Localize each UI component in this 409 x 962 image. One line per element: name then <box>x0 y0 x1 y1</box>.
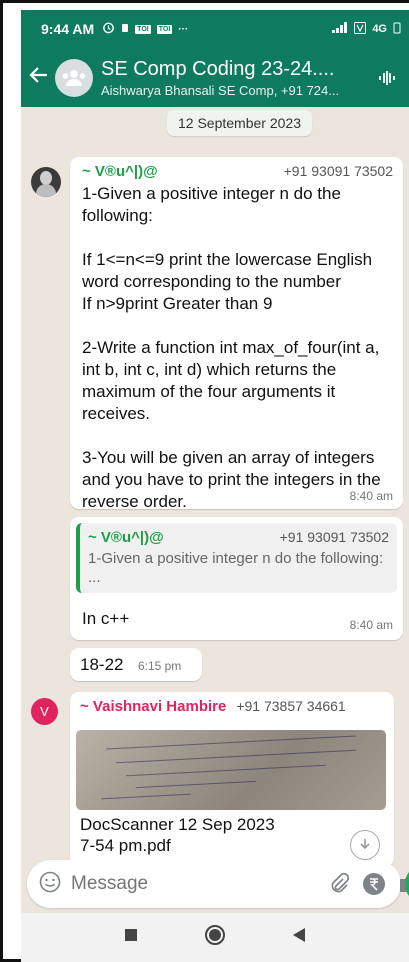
quoted-sender-name: ~ V®u^|)@ <box>88 529 164 546</box>
chat-title-block[interactable]: SE Comp Coding 23-24.... Aishwarya Bhans… <box>101 57 373 98</box>
attach-icon[interactable] <box>328 869 350 899</box>
message-time: 8:40 am <box>349 489 393 503</box>
reply-message-bubble[interactable]: ~ V®u^|)@ +91 93091 73502 1-Given a posi… <box>70 517 403 640</box>
message-text: 1-Given a positive integer n do the foll… <box>82 184 381 511</box>
quoted-sender-phone: +91 93091 73502 <box>279 529 389 545</box>
system-nav-bar <box>21 913 409 962</box>
app-header: 9:44 AM TOI TOI ··· 4G SE Comp Coding 23… <box>21 10 409 107</box>
message-time: 6:15 pm <box>137 659 182 673</box>
chat-participants: Aishwarya Bhansali SE Comp, +91 724... <box>101 83 340 98</box>
news-app-icon-2: TOI <box>156 24 173 34</box>
phone-screen: 9:44 AM TOI TOI ··· 4G SE Comp Coding 23… <box>21 10 409 962</box>
sender-phone: +91 73857 34661 <box>236 698 346 714</box>
network-type-icon: 4G <box>372 23 387 35</box>
news-app-icon: TOI <box>135 24 151 34</box>
quoted-sender-row: ~ V®u^|)@ +91 93091 73502 <box>88 529 389 546</box>
message-input[interactable] <box>71 873 316 895</box>
quoted-message[interactable]: ~ V®u^|)@ +91 93091 73502 1-Given a posi… <box>76 523 397 593</box>
chat-header: SE Comp Coding 23-24.... Aishwarya Bhans… <box>21 48 409 107</box>
message-composer <box>27 860 409 908</box>
payment-rupee-icon[interactable] <box>362 869 386 899</box>
document-message-bubble[interactable]: ~ Vaishnavi Hambire +91 73857 34661 DocS… <box>70 692 394 867</box>
document-name: DocScanner 12 Sep 2023 7-54 pm.pdf <box>80 815 275 855</box>
alarm-icon <box>102 21 115 37</box>
signal-icon <box>332 22 348 36</box>
chat-title: SE Comp Coding 23-24.... <box>101 58 335 80</box>
sender-name[interactable]: ~ V®u^|)@ <box>82 163 158 180</box>
more-notifications-icon: ··· <box>178 23 189 35</box>
status-time: 9:44 AM <box>41 21 95 37</box>
notification-icon <box>121 23 129 36</box>
message-text: 18-22 <box>80 655 124 674</box>
volte-icon <box>354 21 367 37</box>
audio-call-icon[interactable] <box>373 70 401 86</box>
message-sender-row: ~ Vaishnavi Hambire +91 73857 34661 <box>80 698 386 715</box>
message-time: 8:40 am <box>349 618 393 632</box>
message-bubble[interactable]: ~ V®u^|)@ +91 93091 73502 1-Given a posi… <box>70 157 403 511</box>
message-text: In c++ <box>82 609 130 628</box>
message-bubble[interactable]: 18-22 6:15 pm <box>70 648 202 681</box>
sender-name[interactable]: ~ Vaishnavi Hambire <box>80 698 226 715</box>
document-preview-image[interactable] <box>76 730 386 810</box>
status-bar: 9:44 AM TOI TOI ··· 4G <box>21 10 409 48</box>
chat-area[interactable]: 12 September 2023 ~ V®u^|)@ +91 93091 73… <box>21 107 409 867</box>
battery-icon <box>393 22 401 37</box>
sender-avatar[interactable]: V <box>31 698 58 725</box>
back-arrow-icon[interactable] <box>29 65 51 90</box>
sender-phone: +91 93091 73502 <box>283 163 393 179</box>
emoji-icon[interactable] <box>39 871 61 898</box>
back-nav-icon[interactable] <box>292 927 306 948</box>
recent-apps-icon[interactable] <box>124 928 138 947</box>
home-icon[interactable] <box>204 924 226 951</box>
download-icon[interactable] <box>350 830 380 860</box>
group-avatar[interactable] <box>55 58 93 97</box>
status-notification-icons: TOI TOI ··· <box>102 21 188 37</box>
date-divider: 12 September 2023 <box>167 110 312 136</box>
sender-avatar[interactable] <box>31 167 61 197</box>
message-sender-row: ~ V®u^|)@ +91 93091 73502 <box>82 163 393 180</box>
quoted-text: 1-Given a positive integer n do the foll… <box>88 550 384 586</box>
group-icon <box>62 69 86 86</box>
status-right-icons: 4G <box>332 21 401 37</box>
